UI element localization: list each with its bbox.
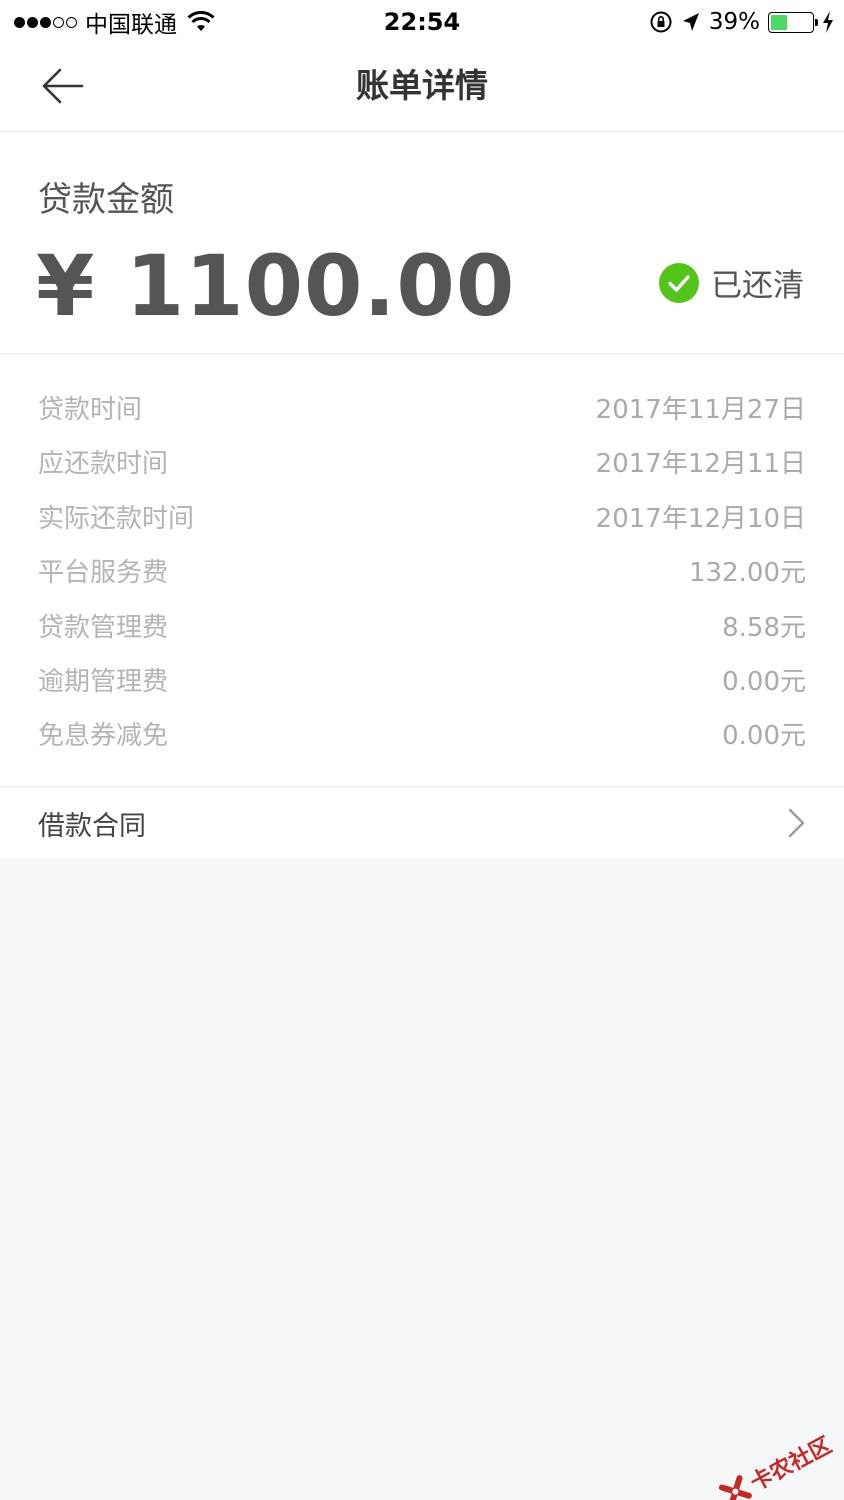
detail-value: 2017年12月10日 [595, 503, 806, 534]
page-title: 账单详情 [356, 66, 488, 105]
watermark-text: 卡农社区 [746, 1432, 837, 1497]
detail-value: 0.00元 [722, 666, 806, 697]
detail-value: 2017年11月27日 [595, 394, 806, 425]
status-text: 已还清 [711, 268, 804, 304]
amount-value: ¥ 1100.00 [36, 237, 516, 335]
status-bar: 中国联通 22:54 39% [0, 0, 844, 44]
detail-label: 贷款时间 [38, 394, 143, 425]
navigation-bar: 账单详情 [0, 44, 844, 132]
orientation-lock-icon [650, 11, 672, 33]
contract-label: 借款合同 [38, 810, 146, 842]
detail-value: 2017年12月11日 [595, 448, 806, 479]
loan-contract-row[interactable]: 借款合同 [0, 788, 844, 858]
detail-row-service-fee: 平台服务费 132.00元 [38, 550, 806, 590]
detail-label: 平台服务费 [38, 557, 169, 588]
detail-row-loan-time: 贷款时间 2017年11月27日 [38, 387, 806, 427]
charging-bolt-icon [823, 11, 833, 33]
detail-label: 贷款管理费 [38, 612, 169, 643]
battery-percent: 39% [708, 9, 760, 35]
bill-details-list: 贷款时间 2017年11月27日 应还款时间 2017年12月11日 实际还款时… [0, 355, 844, 787]
amount-label: 贷款金额 [38, 180, 174, 220]
detail-value: 0.00元 [722, 720, 806, 751]
detail-row-coupon-discount: 免息券减免 0.00元 [38, 713, 806, 753]
detail-value: 8.58元 [722, 612, 806, 643]
chevron-right-icon [788, 808, 805, 838]
check-circle-icon [659, 262, 699, 303]
battery-icon [768, 11, 818, 33]
detail-label: 实际还款时间 [38, 503, 195, 534]
status-right: 39% [649, 8, 834, 36]
detail-label: 逾期管理费 [38, 666, 169, 697]
detail-row-actual-repay-time: 实际还款时间 2017年12月10日 [38, 496, 806, 536]
detail-value: 132.00元 [689, 557, 806, 588]
detail-row-due-time: 应还款时间 2017年12月11日 [38, 441, 806, 481]
bill-detail-page: 中国联通 22:54 39% 账单详情 贷款金额 ¥ 1100.00 已还清 贷… [0, 0, 844, 1500]
detail-row-management-fee: 贷款管理费 8.58元 [38, 605, 806, 645]
loan-amount-card: 贷款金额 ¥ 1100.00 已还清 [0, 132, 844, 354]
detail-row-overdue-fee: 逾期管理费 0.00元 [38, 659, 806, 699]
detail-label: 应还款时间 [38, 448, 169, 479]
repayment-status: 已还清 [659, 260, 804, 305]
watermark: 卡农社区 [715, 1428, 836, 1500]
location-arrow-icon [682, 13, 699, 31]
detail-label: 免息券减免 [38, 720, 169, 751]
